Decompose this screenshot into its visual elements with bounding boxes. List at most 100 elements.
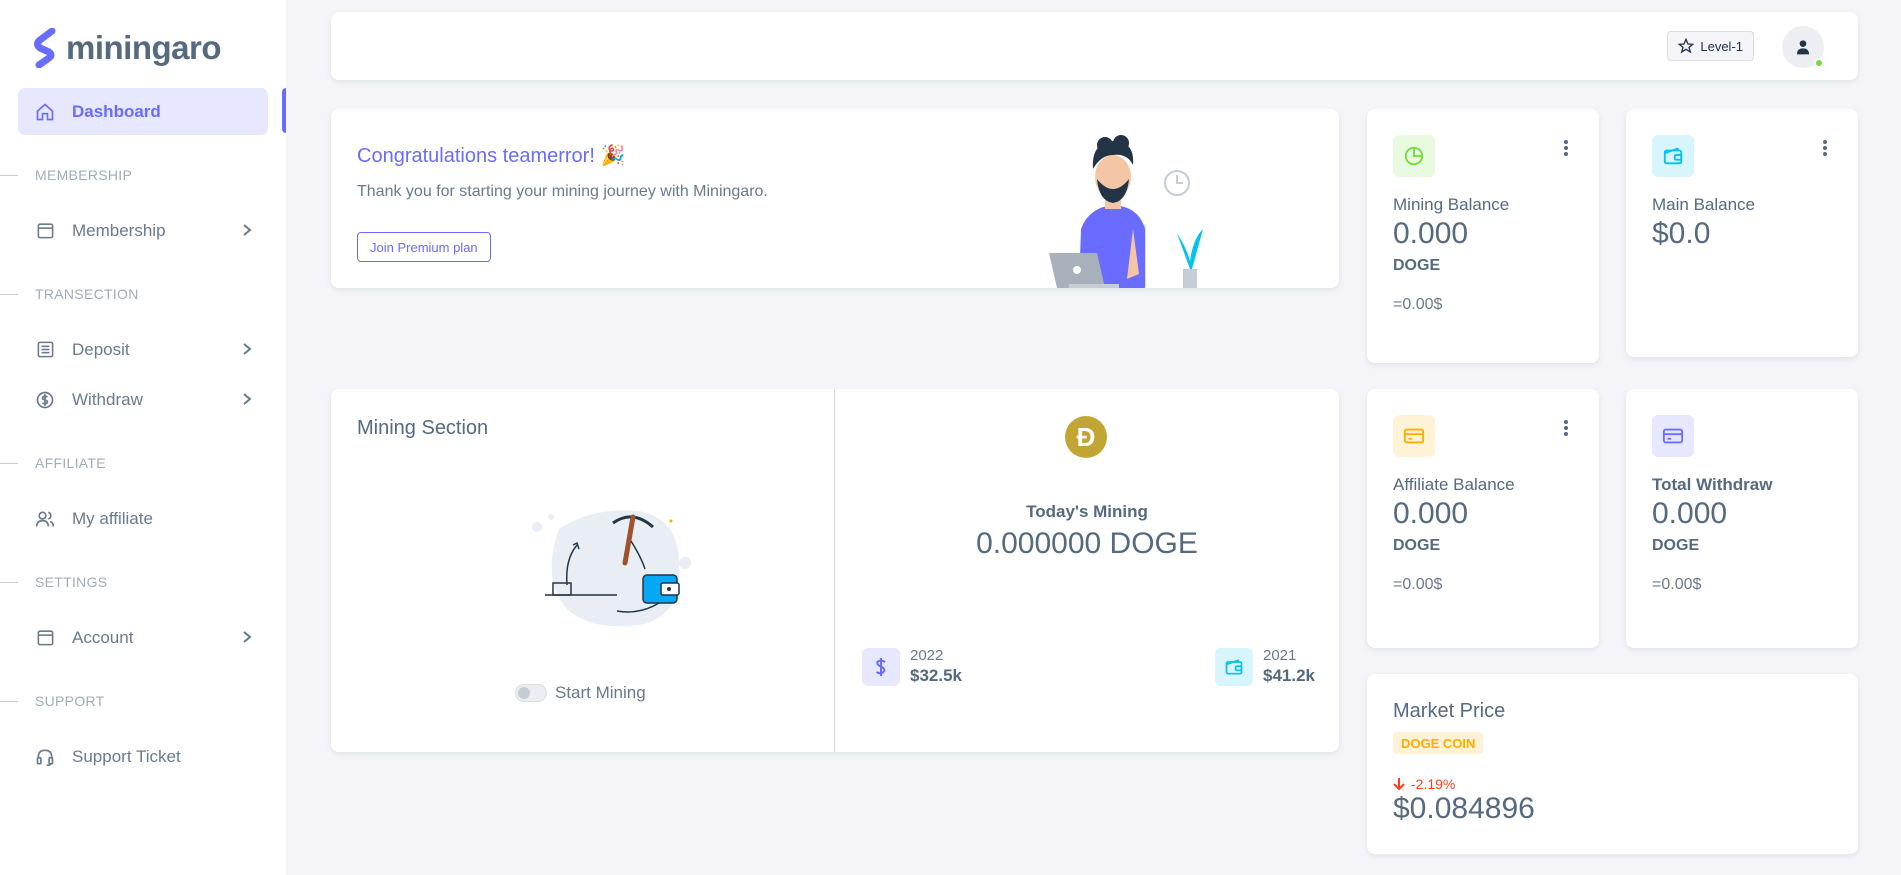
join-premium-button[interactable]: Join Premium plan xyxy=(357,232,491,262)
sidebar-item-label: Deposit xyxy=(72,339,130,359)
sidebar-item-label: Support Ticket xyxy=(72,746,181,766)
chevron-right-icon xyxy=(240,340,254,363)
mining-balance-card: Mining Balance 0.000 DOGE =0.00$ xyxy=(1367,109,1599,363)
mining-divider xyxy=(834,389,835,752)
toggle-knob xyxy=(518,687,530,699)
year-value: $41.2k xyxy=(1263,666,1315,685)
congrats-text: Thank you for starting your mining journ… xyxy=(357,183,768,200)
coin-badge: DOGE COIN xyxy=(1393,732,1484,754)
user-icon xyxy=(1797,40,1809,55)
stat-value: 0.000 xyxy=(1652,497,1728,530)
man-with-laptop-illustration xyxy=(1049,135,1203,288)
sidebar-item-account[interactable]: Account xyxy=(18,614,268,661)
year-label: 2022 xyxy=(910,647,944,664)
list-icon xyxy=(34,339,56,361)
calendar-icon xyxy=(34,220,56,242)
year-value: $32.5k xyxy=(910,666,962,685)
stat-unit: DOGE xyxy=(1393,537,1441,554)
sidebar-item-label: Membership xyxy=(72,220,166,240)
stat-label: Affiliate Balance xyxy=(1393,475,1515,494)
active-indicator xyxy=(282,88,286,133)
section-header-membership: MEMBERSHIP xyxy=(0,165,132,185)
year-stat-2021: 2021 $41.2k xyxy=(1215,647,1315,686)
sidebar-item-label: Dashboard xyxy=(72,101,161,121)
section-header-settings: SETTINGS xyxy=(0,572,107,592)
dollar-icon xyxy=(862,647,900,686)
todays-mining-value: 0.000000 DOGE xyxy=(976,527,1198,560)
price-change: -2.19% xyxy=(1393,776,1455,792)
affiliate-balance-card: Affiliate Balance 0.000 DOGE =0.00$ xyxy=(1367,389,1599,648)
total-withdraw-card: Total Withdraw 0.000 DOGE =0.00$ xyxy=(1626,389,1858,648)
year-label: 2021 xyxy=(1263,647,1297,664)
kebab-menu-icon[interactable] xyxy=(1563,139,1569,162)
stat-value: 0.000 xyxy=(1393,497,1469,530)
main-balance-card: Main Balance $0.0 xyxy=(1626,109,1858,357)
level-button[interactable]: Level-1 xyxy=(1667,31,1754,61)
level-label: Level-1 xyxy=(1700,38,1743,54)
wallet-icon xyxy=(1652,135,1694,177)
sidebar-item-deposit[interactable]: Deposit xyxy=(18,326,268,373)
section-dash xyxy=(0,462,18,464)
start-mining-toggle[interactable]: Start Mining xyxy=(515,683,646,703)
stat-unit: DOGE xyxy=(1652,537,1700,554)
section-header-label: SUPPORT xyxy=(35,693,105,709)
section-header-transection: TRANSECTION xyxy=(0,284,139,304)
stat-value: 0.000 xyxy=(1393,217,1469,250)
sidebar-item-support-ticket[interactable]: Support Ticket xyxy=(18,733,268,780)
stat-usd: =0.00$ xyxy=(1393,576,1443,593)
section-dash xyxy=(0,174,18,176)
users-icon xyxy=(34,508,56,530)
sidebar-item-dashboard[interactable]: Dashboard xyxy=(18,88,268,135)
congrats-title: Congratulations teamerror! 🎉 xyxy=(357,145,626,167)
top-navbar: Level-1 xyxy=(331,12,1858,80)
section-header-affiliate: AFFILIATE xyxy=(0,453,106,473)
stat-usd: =0.00$ xyxy=(1393,296,1443,313)
sidebar-item-my-affiliate[interactable]: My affiliate xyxy=(18,495,268,542)
headset-icon xyxy=(34,746,56,768)
credit-card-icon xyxy=(1393,415,1435,457)
chevron-right-icon xyxy=(240,628,254,651)
mining-illustration xyxy=(532,510,691,627)
stat-label: Mining Balance xyxy=(1393,195,1510,214)
section-header-label: TRANSECTION xyxy=(35,286,139,302)
online-status-dot xyxy=(1814,58,1824,68)
star-icon xyxy=(1678,38,1695,54)
section-header-label: AFFILIATE xyxy=(35,455,106,471)
toggle-label: Start Mining xyxy=(555,683,646,702)
market-price-card: Market Price DOGE COIN -2.19% $0.084896 xyxy=(1367,674,1858,854)
credit-card-icon xyxy=(1652,415,1694,457)
dollar-circle-icon xyxy=(34,389,56,411)
section-dash xyxy=(0,293,18,295)
congrats-card: Congratulations teamerror! 🎉 Thank you f… xyxy=(331,109,1339,288)
sidebar-item-label: Withdraw xyxy=(72,389,143,409)
kebab-menu-icon[interactable] xyxy=(1822,139,1828,162)
brand-name: miningaro xyxy=(66,29,222,66)
market-price-title: Market Price xyxy=(1393,700,1506,722)
home-icon xyxy=(34,101,56,123)
stat-value: $0.0 xyxy=(1652,217,1711,250)
chevron-right-icon xyxy=(240,390,254,413)
stat-label: Total Withdraw xyxy=(1652,475,1773,494)
section-dash xyxy=(0,581,18,583)
section-header-label: SETTINGS xyxy=(35,574,108,590)
toggle-switch[interactable] xyxy=(515,684,547,702)
logo-icon xyxy=(34,28,56,68)
user-avatar[interactable] xyxy=(1782,26,1824,68)
sidebar-item-membership[interactable]: Membership xyxy=(18,207,268,254)
market-price-value: $0.084896 xyxy=(1393,792,1535,825)
kebab-menu-icon[interactable] xyxy=(1563,419,1569,442)
sidebar-item-withdraw[interactable]: Withdraw xyxy=(18,376,268,423)
pie-chart-icon xyxy=(1393,135,1435,177)
sidebar-item-label: Account xyxy=(72,627,134,647)
section-dash xyxy=(0,700,18,702)
stat-unit: DOGE xyxy=(1393,257,1441,274)
section-header-support: SUPPORT xyxy=(0,691,105,711)
wallet-icon xyxy=(1215,647,1253,686)
mining-section-title: Mining Section xyxy=(357,417,489,439)
year-stat-2022: 2022 $32.5k xyxy=(862,647,962,686)
sidebar-item-label: My affiliate xyxy=(72,508,153,528)
stat-label: Main Balance xyxy=(1652,195,1756,214)
stat-usd: =0.00$ xyxy=(1652,576,1702,593)
brand-logo[interactable]: miningaro xyxy=(32,28,222,68)
sidebar: miningaro Dashboard MEMBERSHIP Membershi… xyxy=(0,0,286,875)
